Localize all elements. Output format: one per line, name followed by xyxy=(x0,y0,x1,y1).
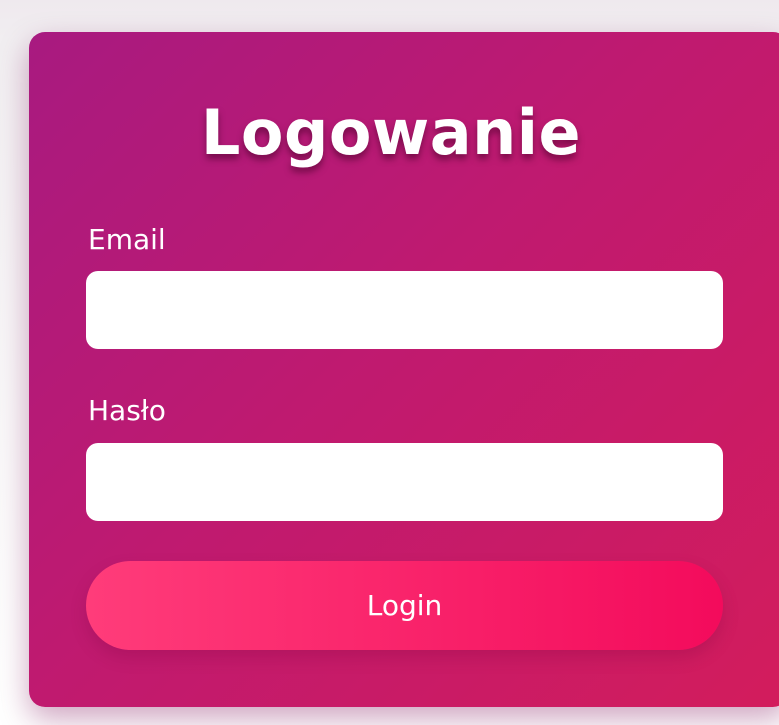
login-page: Logowanie Email Hasło Login xyxy=(0,0,779,725)
email-field[interactable] xyxy=(86,271,723,349)
page-title: Logowanie xyxy=(200,96,582,169)
login-button[interactable]: Login xyxy=(86,561,723,650)
password-label: Hasło xyxy=(88,394,166,427)
password-field[interactable] xyxy=(86,443,723,521)
email-label: Email xyxy=(88,223,166,256)
